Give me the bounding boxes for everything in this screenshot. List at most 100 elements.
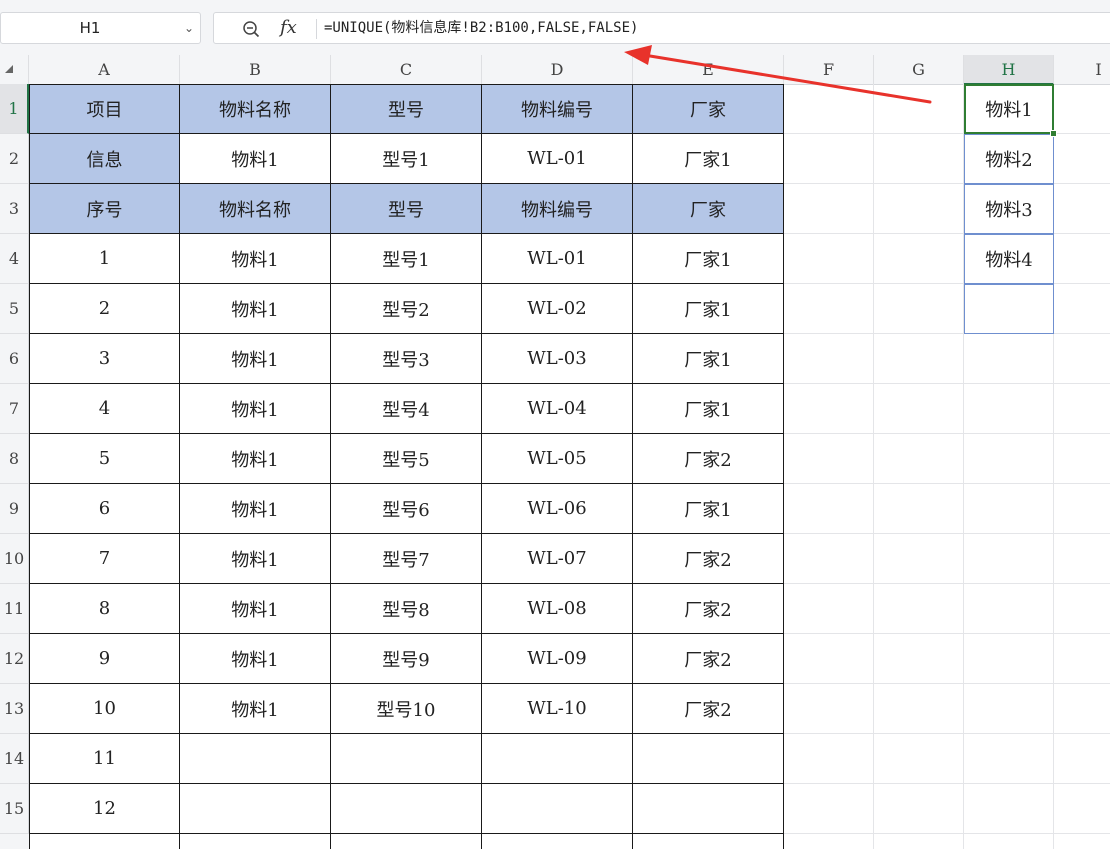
table-cell[interactable]: 物料1 [180, 434, 331, 484]
empty-cell[interactable] [1054, 534, 1110, 584]
table-header-cell[interactable]: 厂家 [633, 184, 784, 234]
empty-cell[interactable] [1054, 184, 1110, 234]
formula-input[interactable]: fx =UNIQUE(物料信息库!B2:B100,FALSE,FALSE) [213, 12, 1110, 44]
column-header-f[interactable]: F [784, 55, 874, 84]
table-cell[interactable]: 厂家1 [633, 334, 784, 384]
row-header-12[interactable]: 12 [0, 634, 29, 684]
table-cell[interactable]: WL-03 [482, 334, 633, 384]
column-header-i[interactable]: I [1054, 55, 1110, 84]
table-cell[interactable]: 5 [29, 434, 180, 484]
table-cell[interactable]: 型号5 [331, 434, 482, 484]
empty-cell[interactable] [874, 134, 964, 184]
sheet-grid[interactable]: 项目 物料名称 型号 物料编号 厂家 信息 物料1 型号1 WL-01 厂家1 序号 物料名称 型号 物料… [29, 84, 1110, 849]
empty-cell[interactable] [1054, 434, 1110, 484]
empty-cell[interactable] [964, 634, 1054, 684]
table-cell[interactable]: 物料1 [180, 484, 331, 534]
table-cell[interactable]: 1 [29, 234, 180, 284]
empty-cell[interactable] [784, 84, 874, 134]
empty-cell[interactable] [784, 484, 874, 534]
zoom-out-icon[interactable] [242, 20, 260, 38]
table-cell[interactable]: 2 [29, 284, 180, 334]
row-header-6[interactable]: 6 [0, 334, 29, 384]
table-cell[interactable]: 厂家1 [633, 134, 784, 184]
table-cell[interactable]: 物料1 [180, 534, 331, 584]
table-cell[interactable]: 型号1 [331, 234, 482, 284]
table-header-cell[interactable]: 型号 [331, 84, 482, 134]
table-header-cell[interactable]: 物料编号 [482, 184, 633, 234]
table-cell[interactable]: 4 [29, 384, 180, 434]
column-header-e[interactable]: E [633, 55, 784, 84]
row-header-10[interactable]: 10 [0, 534, 29, 584]
formula-text[interactable]: =UNIQUE(物料信息库!B2:B100,FALSE,FALSE) [324, 13, 638, 43]
table-cell[interactable]: 厂家1 [633, 484, 784, 534]
empty-cell[interactable] [1054, 484, 1110, 534]
spill-cell[interactable]: 物料2 [964, 134, 1054, 184]
table-cell[interactable]: 10 [29, 684, 180, 734]
table-cell[interactable]: 型号2 [331, 284, 482, 334]
row-header-14[interactable]: 14 [0, 734, 29, 784]
chevron-down-icon[interactable]: ⌄ [184, 13, 194, 43]
empty-cell[interactable] [1054, 84, 1110, 134]
row-header-11[interactable]: 11 [0, 584, 29, 634]
table-cell[interactable]: WL-08 [482, 584, 633, 634]
empty-cell[interactable] [784, 434, 874, 484]
table-header-cell[interactable]: 物料编号 [482, 84, 633, 134]
table-cell[interactable]: 型号9 [331, 634, 482, 684]
empty-cell[interactable] [964, 834, 1054, 849]
empty-cell[interactable] [874, 434, 964, 484]
table-cell[interactable]: 物料1 [180, 334, 331, 384]
row-header-7[interactable]: 7 [0, 384, 29, 434]
empty-cell[interactable] [784, 284, 874, 334]
table-header-cell[interactable]: 物料名称 [180, 84, 331, 134]
empty-cell[interactable] [874, 384, 964, 434]
table-cell[interactable]: 型号10 [331, 684, 482, 734]
table-cell[interactable]: WL-06 [482, 484, 633, 534]
table-cell[interactable]: 物料1 [180, 584, 331, 634]
table-cell[interactable]: 物料1 [180, 634, 331, 684]
table-cell[interactable]: 物料1 [180, 234, 331, 284]
empty-cell[interactable] [784, 784, 874, 834]
table-cell[interactable]: WL-04 [482, 384, 633, 434]
empty-cell[interactable] [874, 334, 964, 384]
row-header-15[interactable]: 15 [0, 784, 29, 834]
spill-cell[interactable]: 物料3 [964, 184, 1054, 234]
empty-cell[interactable] [1054, 784, 1110, 834]
empty-cell[interactable] [1054, 134, 1110, 184]
table-cell[interactable] [180, 834, 331, 849]
table-cell[interactable]: 12 [29, 784, 180, 834]
empty-cell[interactable] [1054, 334, 1110, 384]
row-header-13[interactable]: 13 [0, 684, 29, 734]
row-header-8[interactable]: 8 [0, 434, 29, 484]
row-header-4[interactable]: 4 [0, 234, 29, 284]
table-cell[interactable]: 厂家1 [633, 234, 784, 284]
table-cell[interactable]: WL-10 [482, 684, 633, 734]
empty-cell[interactable] [784, 834, 874, 849]
empty-cell[interactable] [874, 784, 964, 834]
fill-handle[interactable] [1050, 130, 1057, 137]
table-cell[interactable]: WL-07 [482, 534, 633, 584]
empty-cell[interactable] [784, 384, 874, 434]
table-cell[interactable]: 物料1 [180, 684, 331, 734]
table-header-cell[interactable]: 项目 [29, 84, 180, 134]
table-cell[interactable] [180, 734, 331, 784]
empty-cell[interactable] [964, 334, 1054, 384]
empty-cell[interactable] [874, 834, 964, 849]
table-cell[interactable]: 型号4 [331, 384, 482, 434]
empty-cell[interactable] [784, 684, 874, 734]
table-cell[interactable]: WL-01 [482, 134, 633, 184]
empty-cell[interactable] [964, 484, 1054, 534]
table-header-cell[interactable]: 厂家 [633, 84, 784, 134]
fx-icon[interactable]: fx [280, 13, 297, 43]
table-cell[interactable]: 厂家2 [633, 434, 784, 484]
select-all-corner[interactable] [0, 55, 29, 84]
table-header-cell[interactable]: 序号 [29, 184, 180, 234]
table-cell[interactable]: 物料1 [180, 134, 331, 184]
table-cell[interactable] [482, 734, 633, 784]
empty-cell[interactable] [874, 684, 964, 734]
empty-cell[interactable] [964, 434, 1054, 484]
empty-cell[interactable] [784, 334, 874, 384]
empty-cell[interactable] [1054, 734, 1110, 784]
column-header-c[interactable]: C [331, 55, 482, 84]
empty-cell[interactable] [964, 384, 1054, 434]
table-cell[interactable]: 6 [29, 484, 180, 534]
